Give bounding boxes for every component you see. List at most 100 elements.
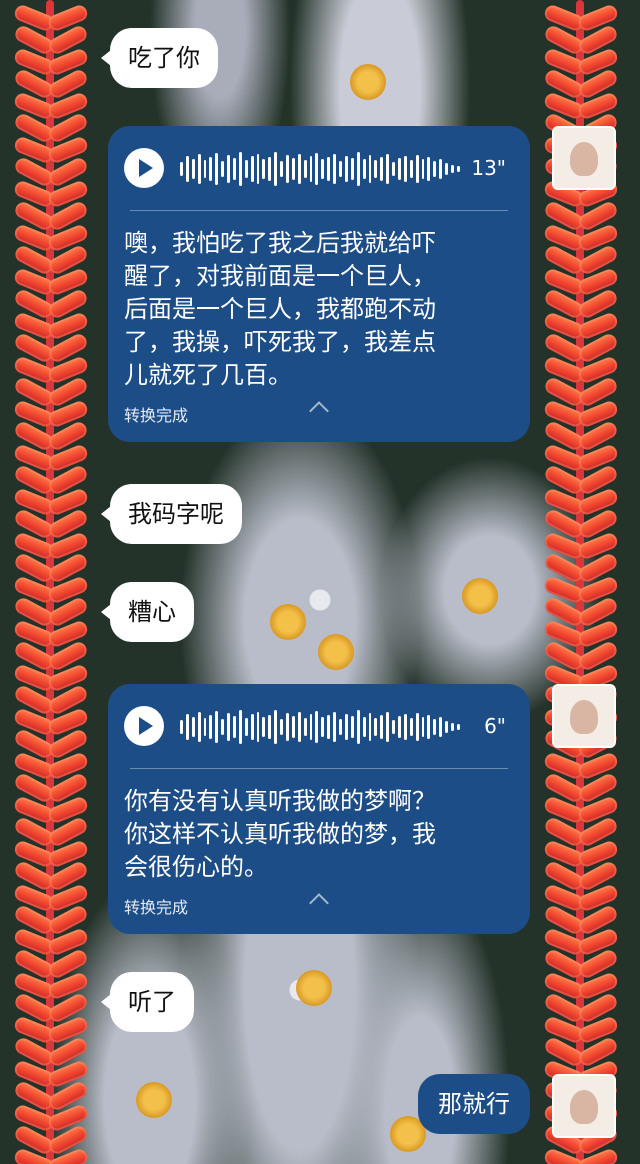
waveform-bar (403, 714, 407, 740)
chat-area[interactable]: 吃了你 13" 噢，我怕吃了我之后我就给吓 醒了，对我前面是一个巨人， 后面是一… (0, 0, 640, 1164)
waveform-bar (397, 158, 401, 180)
waveform-bar (197, 154, 201, 184)
voice-duration: 13" (471, 156, 506, 180)
waveform-bar (362, 159, 366, 179)
waveform-bar (244, 718, 248, 736)
waveform-bar (280, 719, 284, 735)
waveform-bar (392, 162, 395, 176)
waveform-bar (262, 717, 266, 737)
waveform-bar (209, 157, 213, 181)
waveform-icon (180, 152, 460, 186)
waveform-bar (244, 160, 248, 178)
waveform-bar (339, 719, 342, 735)
waveform-bar (227, 713, 231, 741)
transcription-status: 转换完成 (108, 392, 530, 442)
collapse-chevron-icon[interactable] (309, 401, 329, 421)
message-bubble[interactable]: 我码字呢 (101, 484, 242, 544)
waveform-bar (368, 713, 372, 741)
message-bubble[interactable]: 糟心 (101, 582, 194, 642)
waveform-bar (456, 724, 460, 730)
waveform-bar (180, 720, 183, 734)
waveform-bar (180, 162, 183, 176)
waveform-bar (280, 161, 284, 177)
waveform-bar (197, 712, 201, 742)
waveform-bar (315, 153, 319, 185)
avatar[interactable] (552, 126, 616, 190)
waveform-bar (433, 161, 437, 177)
voice-player[interactable]: 13" (108, 126, 530, 210)
waveform-bar (256, 154, 260, 184)
waveform-bar (403, 156, 407, 182)
waveform-bar (233, 158, 236, 180)
waveform-bar (268, 715, 272, 739)
waveform-bar (203, 160, 207, 178)
waveform-bar (380, 715, 384, 739)
waveform-bar (274, 152, 278, 186)
waveform-bar (185, 156, 189, 182)
waveform-bar (327, 715, 331, 739)
waveform-bar (344, 714, 348, 740)
waveform-bar (250, 714, 254, 740)
message-bubble[interactable]: 听了 (101, 972, 194, 1032)
waveform-bar (450, 723, 454, 731)
waveform-bar (333, 154, 337, 184)
waveform-bar (297, 712, 301, 742)
avatar[interactable] (552, 684, 616, 748)
waveform-bar (339, 161, 342, 177)
waveform-bar (445, 721, 448, 733)
waveform-bar (315, 711, 319, 743)
waveform-bar (291, 716, 295, 738)
waveform-bar (221, 161, 225, 177)
play-icon[interactable] (124, 706, 164, 746)
waveform-bar (303, 718, 307, 736)
message-bubble[interactable]: 吃了你 (101, 28, 218, 88)
waveform-bar (374, 718, 378, 736)
waveform-bar (286, 713, 289, 741)
waveform-bar (386, 154, 390, 184)
waveform-bar (445, 163, 448, 175)
voice-transcript[interactable]: 你有没有认真听我做的梦啊？ 你这样不认真听我做的梦，我 会很伤心的。 (108, 769, 530, 884)
waveform-bar (250, 156, 254, 182)
waveform-bar (203, 718, 207, 736)
waveform-bar (415, 155, 419, 183)
waveform-bar (415, 713, 419, 741)
voice-message-card[interactable]: 13" 噢，我怕吃了我之后我就给吓 醒了，对我前面是一个巨人， 后面是一个巨人，… (108, 126, 530, 442)
waveform-bar (427, 715, 431, 739)
waveform-bar (209, 715, 213, 739)
waveform-bar (368, 155, 372, 183)
avatar[interactable] (552, 1074, 616, 1138)
transcription-status: 转换完成 (108, 884, 530, 934)
waveform-bar (421, 159, 425, 179)
waveform-bar (321, 159, 325, 179)
waveform-bar (291, 158, 295, 180)
waveform-bar (350, 716, 354, 738)
waveform-bar (262, 159, 266, 179)
voice-transcript[interactable]: 噢，我怕吃了我之后我就给吓 醒了，对我前面是一个巨人， 后面是一个巨人，我都跑不… (108, 211, 530, 392)
waveform-bar (356, 152, 360, 186)
waveform-bar (297, 154, 301, 184)
waveform-bar (309, 714, 313, 740)
waveform-bar (356, 710, 360, 744)
waveform-bar (421, 717, 425, 737)
waveform-bar (221, 719, 225, 735)
waveform-bar (274, 710, 278, 744)
waveform-bar (309, 156, 313, 182)
voice-duration: 6" (484, 714, 506, 738)
waveform-bar (321, 717, 325, 737)
waveform-bar (333, 712, 337, 742)
voice-message-card[interactable]: 6" 你有没有认真听我做的梦啊？ 你这样不认真听我做的梦，我 会很伤心的。 转换… (108, 684, 530, 934)
waveform-bar (350, 158, 354, 180)
status-label: 转换完成 (124, 898, 189, 917)
waveform-bar (191, 159, 195, 179)
play-icon[interactable] (124, 148, 164, 188)
waveform-bar (450, 165, 454, 173)
waveform-bar (380, 157, 384, 181)
collapse-chevron-icon[interactable] (309, 893, 329, 913)
waveform-bar (386, 712, 390, 742)
waveform-bar (439, 159, 443, 179)
waveform-bar (397, 716, 401, 738)
message-bubble-outgoing[interactable]: 那就行 (418, 1074, 530, 1134)
voice-player[interactable]: 6" (108, 684, 530, 768)
waveform-bar (327, 157, 331, 181)
waveform-bar (344, 156, 348, 182)
